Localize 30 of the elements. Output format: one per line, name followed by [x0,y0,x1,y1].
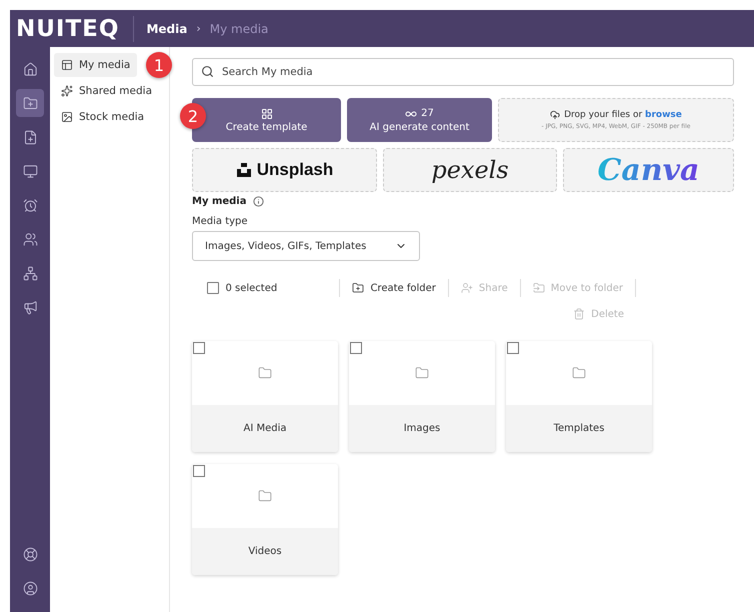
search-field[interactable]: Search My media [192,58,734,86]
ai-generate-button[interactable]: 27 AI generate content [347,98,492,142]
breadcrumb-separator: › [196,22,201,35]
folder-card[interactable]: Templates [506,341,652,452]
folder-card[interactable]: AI Media [192,341,338,452]
folder-card[interactable]: Videos [192,464,338,575]
toolbar-button[interactable]: Create folder [340,277,448,299]
menu-item[interactable]: My media [54,53,138,77]
folder-name: Templates [506,405,652,452]
callout-badge: 1 [146,52,172,78]
folder-name: AI Media [192,405,338,452]
breadcrumb-item[interactable]: Media [146,22,188,36]
callout-badge: 2 [180,103,206,129]
folder-card[interactable]: Images [349,341,495,452]
logo: NUITEQ [16,16,134,42]
upload-text: Drop your files or browse [550,110,682,120]
provider-button[interactable]: Canva [563,148,734,192]
folder-name: Videos [192,528,338,575]
folder-name: Images [349,405,495,452]
media-type-select[interactable]: Images, Videos, GIFs, Templates [192,231,420,261]
credit-count: 27 [421,108,434,119]
menu-item[interactable]: Stock media [54,105,152,129]
field-label: Media type [192,216,249,227]
browse-link[interactable]: browse [645,110,682,120]
breadcrumb-item: My media [210,22,268,36]
section-title: My media [192,196,246,207]
provider-button[interactable]: Unsplash [192,148,377,192]
menu-item[interactable]: Shared media [54,79,160,103]
provider-button[interactable]: pexels [383,148,557,192]
selection-count: 0 selected [225,282,278,294]
